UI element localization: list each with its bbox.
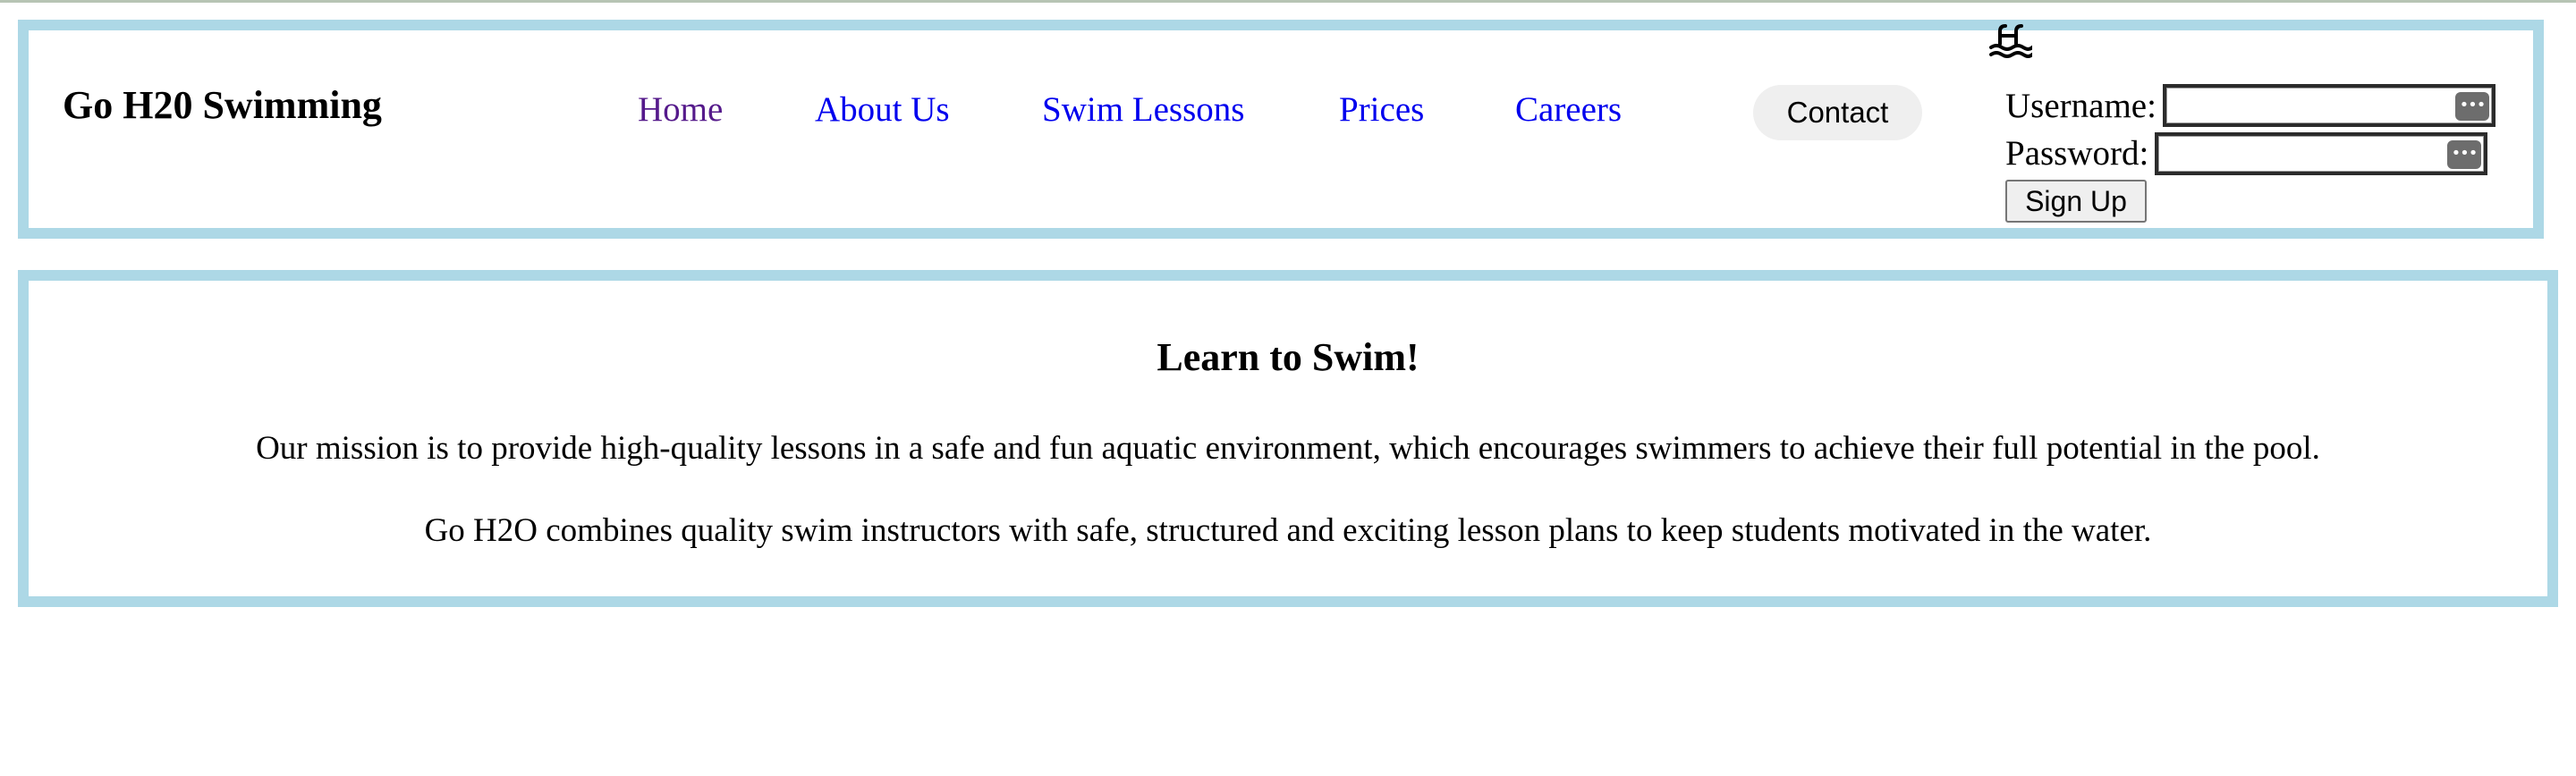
site-brand: Go H20 Swimming bbox=[63, 83, 382, 127]
nav-home-link[interactable]: Home bbox=[638, 92, 723, 127]
nav-swim-lessons-link[interactable]: Swim Lessons bbox=[1042, 92, 1244, 127]
site-header bbox=[18, 20, 2544, 239]
username-input[interactable]: ••• bbox=[2163, 84, 2496, 127]
top-divider bbox=[0, 0, 2576, 3]
contact-button[interactable]: Contact bbox=[1753, 85, 1922, 140]
program-paragraph: Go H2O combines quality swim instructors… bbox=[424, 512, 2152, 549]
section-title: Learn to Swim! bbox=[1157, 335, 1419, 379]
nav-careers-link[interactable]: Careers bbox=[1515, 92, 1622, 127]
password-manager-key-icon[interactable]: ••• bbox=[2447, 140, 2481, 169]
password-manager-key-icon[interactable]: ••• bbox=[2455, 92, 2489, 121]
mission-paragraph: Our mission is to provide high-quality l… bbox=[256, 430, 2320, 467]
nav-about-link[interactable]: About Us bbox=[815, 92, 950, 127]
username-label: Username: bbox=[2005, 87, 2157, 125]
password-input[interactable]: ••• bbox=[2155, 132, 2487, 175]
password-label: Password: bbox=[2005, 134, 2149, 173]
swimming-pool-icon bbox=[1989, 24, 2032, 58]
sign-up-button[interactable]: Sign Up bbox=[2005, 180, 2147, 223]
nav-prices-link[interactable]: Prices bbox=[1339, 92, 1424, 127]
